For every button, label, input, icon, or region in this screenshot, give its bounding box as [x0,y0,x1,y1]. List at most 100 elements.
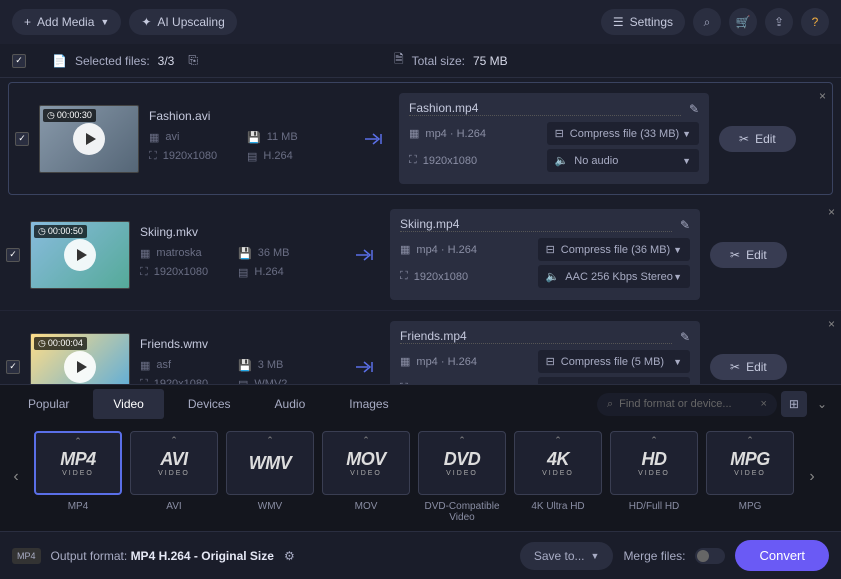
chevron-up-icon: ⌃ [746,435,754,446]
output-resolution: ⛶1920x1080 [409,150,537,171]
help-icon: ? [812,15,819,29]
copy-icon[interactable]: ⎘ [188,53,198,68]
format-card-hd[interactable]: ⌃ HD VIDEO HD/Full HD [610,431,698,523]
plus-icon: + [24,15,31,29]
chevron-down-icon: ▼ [682,129,691,139]
speaker-icon: 🔈 [555,155,569,167]
sparkle-icon: ✦ [141,15,151,29]
pencil-icon[interactable]: ✎ [680,218,690,232]
row-checkbox[interactable]: ✓ [6,248,20,262]
selected-value: 3/3 [158,54,175,68]
output-format: ▦mp4 · H.264 [400,239,528,260]
film-icon: ▦ [400,243,410,256]
play-icon[interactable] [73,123,105,155]
row-checkbox[interactable]: ✓ [15,132,29,146]
format-code: 4K [547,449,569,470]
pencil-icon[interactable]: ✎ [680,330,690,344]
chevron-up-icon: ⌃ [74,436,82,447]
file-list: ✓ ◷00:00:30 Fashion.avi ▦avi 💾11 MB ⛶192… [0,78,841,384]
format-label: DVD-Compatible Video [418,501,506,523]
tab-popular[interactable]: Popular [8,389,89,419]
format-sub: VIDEO [734,470,766,477]
settings-button[interactable]: ☰ Settings [601,9,685,35]
tab-audio[interactable]: Audio [255,389,326,419]
pencil-icon[interactable]: ✎ [689,102,699,116]
edit-button[interactable]: ✂Edit [710,242,787,268]
audio-dropdown[interactable]: 🔈—▼ [538,377,690,384]
output-name[interactable]: Friends.mp4 [400,329,672,344]
remove-file[interactable]: × [819,89,826,103]
cart-button[interactable]: 🛒 [729,8,757,36]
search-button[interactable]: ⌕ [693,8,721,36]
compress-dropdown[interactable]: ⊟Compress file (36 MB)▼ [538,238,690,261]
format-tabs: Popular Video Devices Audio Images ⌕ Fin… [0,385,841,423]
audio-dropdown[interactable]: 🔈No audio▼ [547,149,699,172]
prev-formats[interactable]: ‹ [4,468,28,486]
sliders-icon: ☰ [613,15,624,29]
video-thumbnail[interactable]: ◷00:00:04 [30,333,130,385]
compress-dropdown[interactable]: ⊟Compress file (33 MB)▼ [547,122,699,145]
format-card-mpg[interactable]: ⌃ MPG VIDEO MPG [706,431,794,523]
video-thumbnail[interactable]: ◷00:00:50 [30,221,130,289]
chevron-down-icon[interactable]: ⌄ [811,397,833,411]
output-name[interactable]: Fashion.mp4 [409,101,681,116]
expand-icon: ⛶ [409,154,417,167]
output-name[interactable]: Skiing.mp4 [400,217,672,232]
edit-button[interactable]: ✂Edit [719,126,796,152]
format-card-4k[interactable]: ⌃ 4K VIDEO 4K Ultra HD [514,431,602,523]
clear-icon[interactable]: × [761,398,767,410]
film-icon: ▦ [149,131,159,144]
format-card-wmv[interactable]: ⌃ WMV WMV [226,431,314,523]
compress-icon: ⊟ [555,128,564,140]
format-search[interactable]: ⌕ Find format or device... × [597,393,777,416]
chevron-down-icon: ▼ [673,357,682,367]
output-format: ▦mp4 · H.264 [400,351,528,372]
tab-devices[interactable]: Devices [168,389,251,419]
file-row: ✓ ◷00:00:50 Skiing.mkv ▦matroska 💾36 MB … [0,199,841,311]
file-name: Skiing.mkv [140,225,340,239]
format-sub: VIDEO [638,470,670,477]
chevron-up-icon: ⌃ [554,435,562,446]
disk-icon: 💾 [247,131,261,144]
play-icon[interactable] [64,351,96,383]
file-info: Fashion.avi ▦avi 💾11 MB ⛶1920x1080 ▤H.26… [149,109,349,169]
format-strip: ‹ ⌃ MP4 VIDEO MP4 ⌃ AVI VIDEO AVI ⌃ WMV … [0,423,841,531]
format-card-mov[interactable]: ⌃ MOV VIDEO MOV [322,431,410,523]
help-button[interactable]: ? [801,8,829,36]
ai-upscaling-button[interactable]: ✦ AI Upscaling [129,9,236,35]
row-checkbox[interactable]: ✓ [6,360,20,374]
codec-meta: ▤WMV2 [238,378,322,385]
compress-dropdown[interactable]: ⊟Compress file (5 MB)▼ [538,350,690,373]
output-format: ▦mp4 · H.264 [409,123,537,144]
format-card-avi[interactable]: ⌃ AVI VIDEO AVI [130,431,218,523]
remove-file[interactable]: × [828,317,835,331]
tab-video[interactable]: Video [93,389,163,419]
edit-button[interactable]: ✂Edit [710,354,787,380]
output-panel: Fashion.mp4 ✎ ▦mp4 · H.264 ⊟Compress fil… [399,93,709,184]
search-placeholder: Find format or device... [619,398,732,410]
format-card-dvd[interactable]: ⌃ DVD VIDEO DVD-Compatible Video [418,431,506,523]
folder-icon: ⊞ [789,397,799,411]
video-thumbnail[interactable]: ◷00:00:30 [39,105,139,173]
add-media-button[interactable]: + Add Media ▼ [12,9,121,35]
next-formats[interactable]: › [800,468,824,486]
remove-file[interactable]: × [828,205,835,219]
tab-images[interactable]: Images [329,389,408,419]
file-name: Friends.wmv [140,337,340,351]
cart-icon: 🛒 [736,15,751,29]
resolution-meta: ⛶1920x1080 [149,150,233,163]
select-all-checkbox[interactable]: ✓ [12,54,26,68]
preset-folder-button[interactable]: ⊞ [781,391,807,417]
file-info: Friends.wmv ▦asf 💾3 MB ⛶1920x1080 ▤WMV2 [140,337,340,385]
audio-dropdown[interactable]: 🔈AAC 256 Kbps Stereo▼ [538,265,690,288]
scissors-icon: ✂ [730,360,740,374]
add-media-label: Add Media [37,15,94,29]
format-card-mp4[interactable]: ⌃ MP4 VIDEO MP4 [34,431,122,523]
duration-badge: ◷00:00:04 [34,337,87,350]
expand-icon: ⛶ [149,150,157,163]
film-icon: ▦ [400,355,410,368]
play-icon[interactable] [64,239,96,271]
size-meta: 💾36 MB [238,247,322,260]
share-button[interactable]: ⇪ [765,8,793,36]
container-meta: ▦asf [140,359,224,372]
